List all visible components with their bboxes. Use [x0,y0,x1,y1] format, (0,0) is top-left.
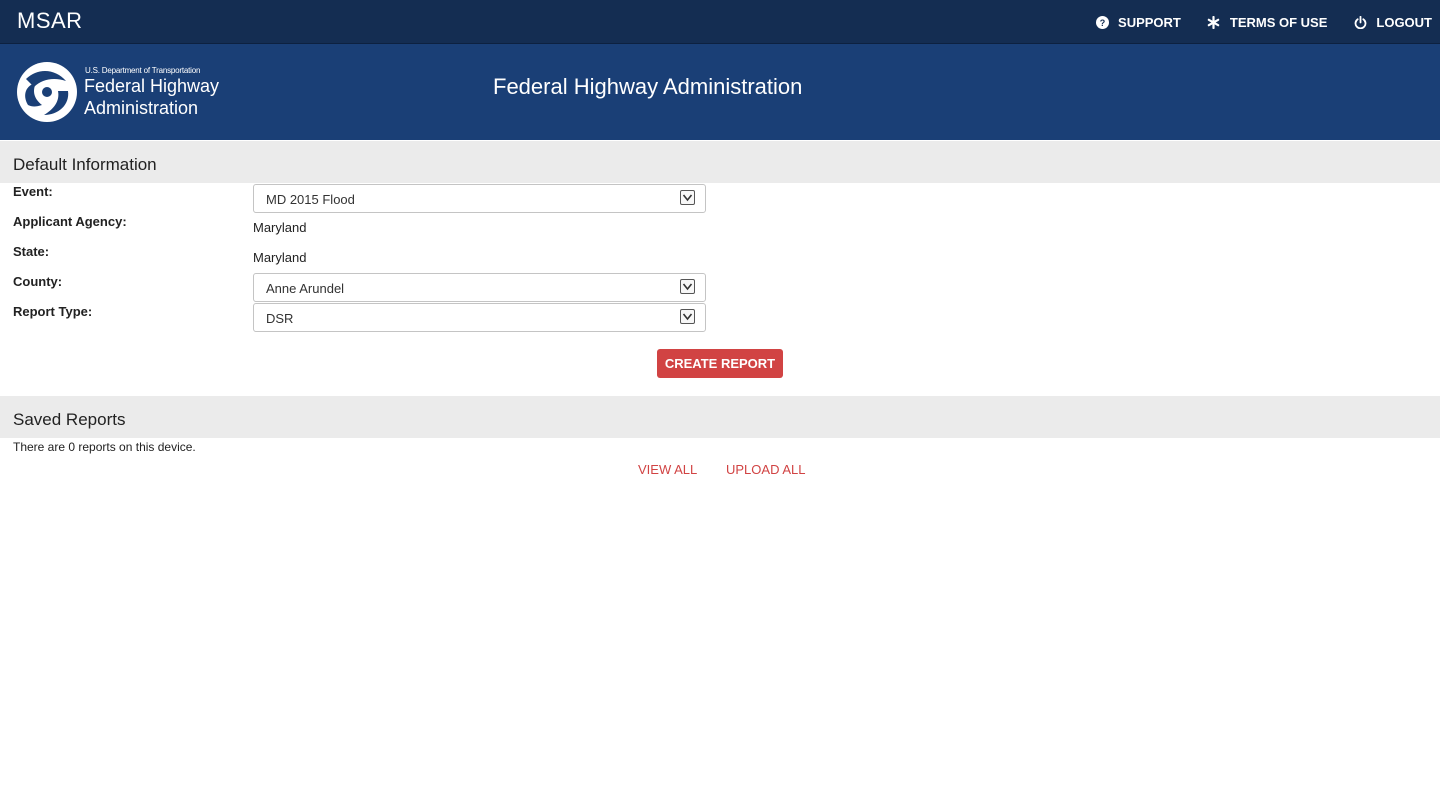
top-bar: MSAR ? SUPPORT TERMS OF USE LOGOUT [0,0,1440,44]
event-label: Event: [13,184,53,199]
support-label: SUPPORT [1118,14,1181,30]
logout-label: LOGOUT [1376,14,1432,30]
event-select-value: MD 2015 Flood [266,192,355,207]
event-select[interactable]: MD 2015 Flood [253,184,706,213]
saved-reports-header: Saved Reports [0,396,1440,438]
fhwa-logo-icon [17,62,77,122]
applicant-agency-label: Applicant Agency: [13,214,127,229]
applicant-agency-value: Maryland [253,220,307,235]
create-report-button[interactable]: CREATE REPORT [657,349,783,378]
report-type-select-value: DSR [266,311,294,326]
app-title: MSAR [17,8,83,33]
header-banner: U.S. Department of Transportation Federa… [0,44,1440,140]
logo-agency-line2: Administration [84,98,199,118]
logo-agency-line1: Federal Highway [84,76,220,96]
fhwa-logo: U.S. Department of Transportation Federa… [16,61,226,125]
county-select-value: Anne Arundel [266,281,345,296]
chevron-down-icon [680,190,695,205]
report-type-select[interactable]: DSR [253,303,706,332]
banner-title: Federal Highway Administration [493,74,803,99]
svg-text:?: ? [1099,18,1105,28]
support-link[interactable]: ? SUPPORT [1095,15,1181,30]
view-all-link[interactable]: VIEW ALL [638,462,697,477]
saved-reports-info: There are 0 reports on this device. [13,440,196,454]
county-label: County: [13,274,63,289]
upload-all-link[interactable]: UPLOAD ALL [726,462,806,477]
terms-of-use-label: TERMS OF USE [1229,14,1328,30]
report-type-label: Report Type: [13,304,93,319]
top-nav: ? SUPPORT TERMS OF USE LOGOUT [1069,0,1432,44]
asterisk-icon [1207,15,1221,29]
terms-of-use-link[interactable]: TERMS OF USE [1207,14,1328,30]
question-circle-icon: ? [1095,15,1109,29]
chevron-down-icon [680,279,695,294]
county-select[interactable]: Anne Arundel [253,273,706,302]
power-icon [1353,15,1367,29]
logo-department-text: U.S. Department of Transportation [85,66,201,75]
state-value: Maryland [253,250,307,265]
chevron-down-icon [680,309,695,324]
default-information-header: Default Information [0,141,1440,183]
state-label: State: [13,244,50,259]
logout-link[interactable]: LOGOUT [1353,15,1432,30]
